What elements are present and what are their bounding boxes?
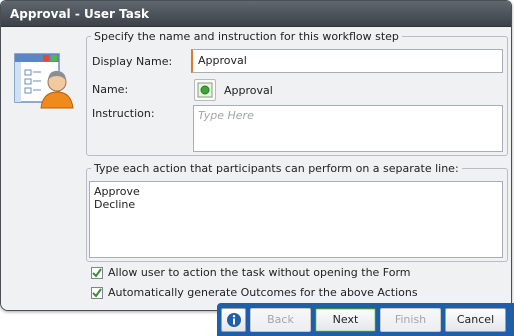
action-line: Decline (94, 198, 136, 211)
instruction-label: Instruction: (92, 107, 155, 120)
info-icon (226, 313, 241, 327)
instruction-placeholder: Type Here (198, 109, 254, 122)
next-button[interactable]: Next (315, 308, 376, 332)
allow-action-label: Allow user to action the task without op… (108, 266, 411, 279)
step-details-legend: Specify the name and instruction for thi… (94, 30, 399, 43)
allow-action-option[interactable]: Allow user to action the task without op… (91, 266, 411, 279)
user-task-icon (13, 48, 75, 110)
auto-outcomes-option[interactable]: Automatically generate Outcomes for the … (91, 286, 418, 299)
display-name-label: Display Name: (92, 55, 173, 68)
user-task-dialog: Approval - User Task Specify the name an… (0, 0, 512, 311)
auto-outcomes-label: Automatically generate Outcomes for the … (108, 286, 418, 299)
dialog-title: Approval - User Task (1, 1, 511, 27)
auto-outcomes-checkbox[interactable] (91, 286, 103, 299)
actions-field[interactable]: Approve Decline (89, 181, 503, 258)
actions-legend: Type each action that participants can p… (94, 162, 459, 175)
info-button[interactable] (221, 308, 246, 332)
back-button[interactable]: Back (250, 308, 311, 332)
display-name-field[interactable]: Approval (191, 49, 503, 73)
button-bar: Back Next Finish Cancel (217, 303, 514, 336)
check-icon (92, 287, 102, 298)
dialog-body: Specify the name and instruction for thi… (1, 28, 511, 310)
name-label: Name: (92, 83, 129, 96)
name-value: Approval (224, 84, 273, 97)
finish-button[interactable]: Finish (380, 308, 441, 332)
check-icon (92, 267, 102, 278)
allow-action-checkbox[interactable] (91, 266, 103, 279)
step-name-icon[interactable] (194, 79, 216, 101)
instruction-field[interactable]: Type Here (193, 105, 503, 152)
cancel-button[interactable]: Cancel (445, 308, 506, 332)
action-line: Approve (94, 185, 140, 198)
